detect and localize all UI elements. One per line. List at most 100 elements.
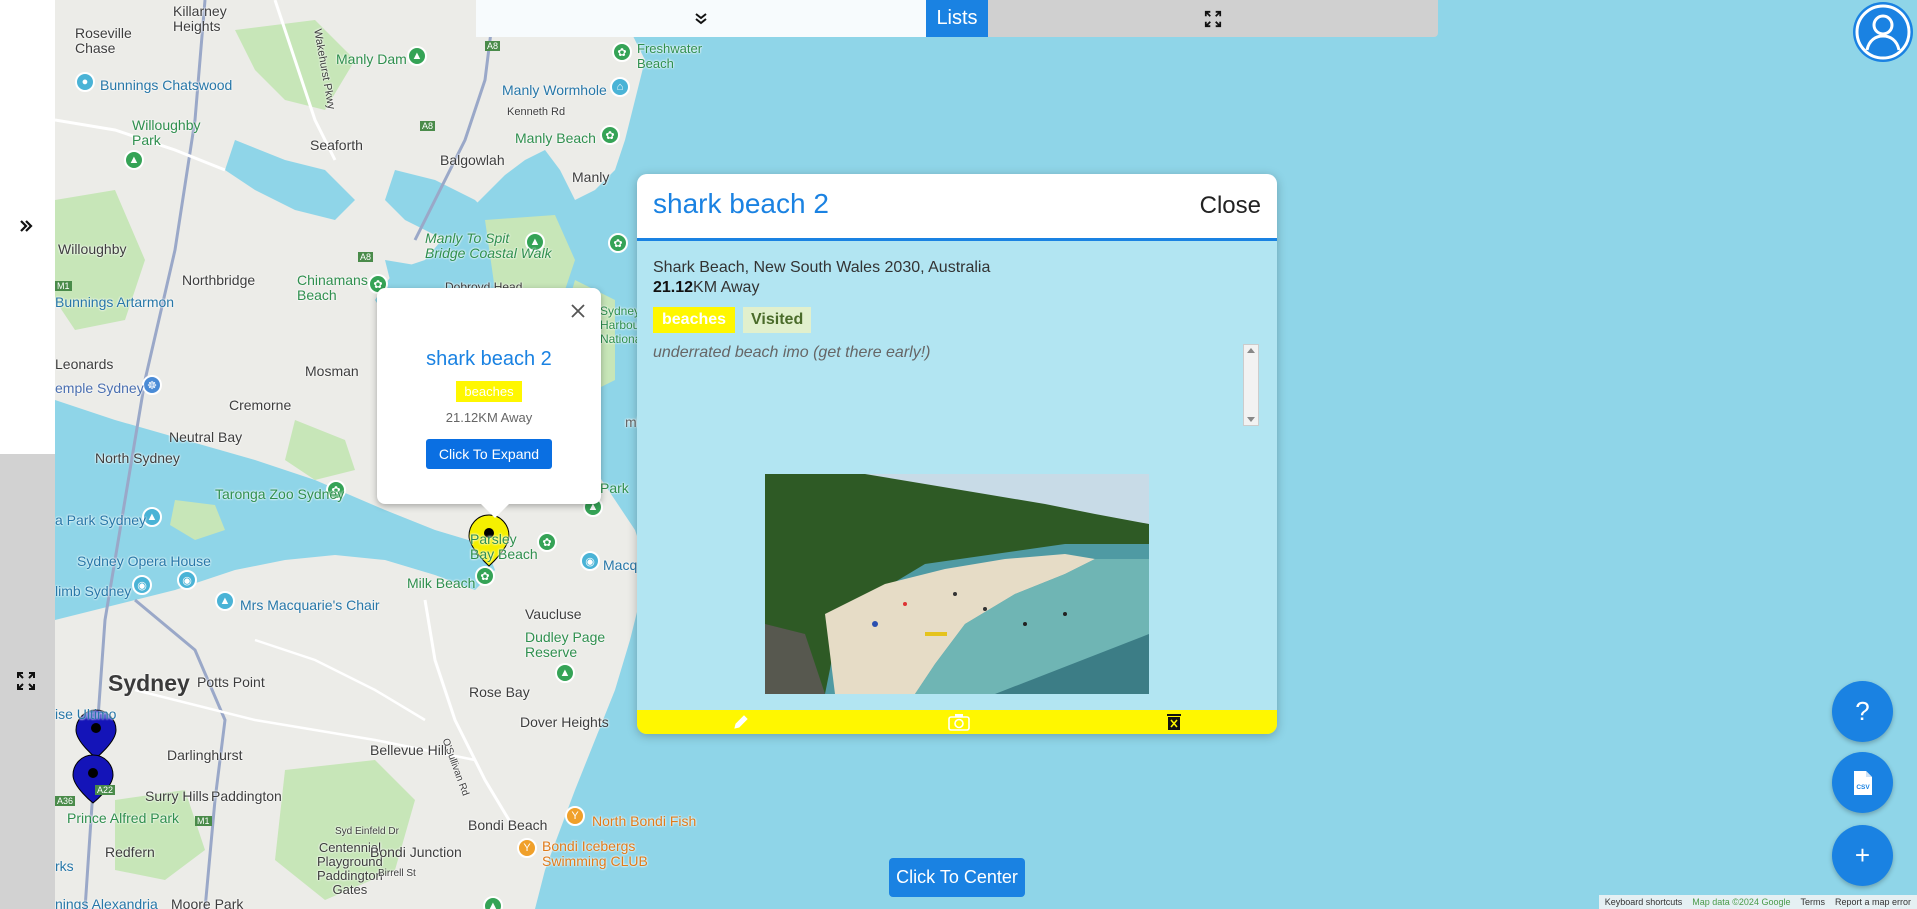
category-tag[interactable]: beaches — [653, 307, 736, 333]
park-icon: ▲ — [124, 150, 144, 170]
shop-icon: ● — [75, 72, 95, 92]
profile-button[interactable] — [1849, 0, 1917, 64]
place-label: Sydney — [108, 670, 190, 696]
park-icon: ▲ — [555, 663, 575, 683]
place-label: a Park Sydney — [55, 512, 147, 528]
road-shield: A8 — [420, 121, 436, 131]
panel-header: shark beach 2 Close — [637, 174, 1277, 241]
place-label: Manly — [572, 169, 610, 185]
beach-icon: ✿ — [537, 532, 557, 552]
fullscreen-icon — [1204, 10, 1222, 27]
place-label: Manly Dam — [336, 51, 407, 67]
place-label: Manly To Spit Bridge Coastal Walk — [425, 230, 552, 261]
top-toolbar: Lists — [476, 0, 1438, 37]
terms-link[interactable]: Terms — [1800, 897, 1825, 907]
camera-icon: ◉ — [580, 551, 600, 571]
place-label: Dover Heights — [520, 714, 609, 730]
place-label: Bellevue Hill — [370, 742, 448, 758]
place-label: Freshwater Beach — [637, 41, 703, 71]
place-label: Bunnings Artarmon — [55, 294, 175, 310]
park-icon: ▲ — [407, 46, 427, 66]
csv-file-icon: CSV — [1853, 770, 1872, 795]
visited-tag[interactable]: Visited — [743, 307, 812, 333]
place-label: ise Ultimo — [55, 706, 117, 722]
tag-list: beaches Visited — [653, 307, 812, 333]
place-label: Surry Hills — [145, 788, 209, 804]
notes-textarea[interactable]: underrated beach imo (get there early!) — [653, 344, 1258, 426]
place-label: Manly Beach — [515, 130, 596, 146]
place-label: Manly Wormhole — [502, 82, 607, 98]
road-shield: A36 — [55, 796, 76, 806]
road-shield: A8 — [485, 41, 501, 51]
add-location-button[interactable]: + — [1832, 825, 1893, 886]
location-detail-panel: shark beach 2 Close Shark Beach, New Sou… — [637, 174, 1277, 734]
notes-scrollbar[interactable] — [1243, 344, 1259, 426]
user-avatar-icon — [1853, 2, 1913, 62]
place-label: Potts Point — [197, 674, 265, 690]
edit-icon[interactable] — [732, 713, 750, 731]
popup-tag: beaches — [456, 381, 522, 402]
place-label: emple Sydney — [55, 380, 144, 396]
place-label: Milk Beach — [407, 575, 476, 591]
place-label: Willoughby — [58, 241, 127, 257]
place-label: Cremorne — [229, 397, 292, 413]
place-label: Bondi Beach — [468, 817, 548, 833]
left-sidebar — [0, 0, 55, 909]
place-label: Paddington — [211, 788, 282, 804]
export-csv-button[interactable]: CSV — [1832, 752, 1893, 813]
landmark-icon: ▲ — [215, 591, 235, 611]
landmark-icon: ⌂ — [610, 77, 630, 97]
close-icon[interactable] — [569, 302, 587, 320]
place-label: Darlinghurst — [167, 747, 243, 763]
road-shield: M1 — [55, 281, 72, 291]
popup-title: shark beach 2 — [426, 348, 552, 370]
place-label: Sydney Opera House — [77, 553, 211, 569]
place-label: Killarney Heights — [173, 3, 227, 34]
center-map-button[interactable]: Click To Center — [889, 858, 1025, 897]
address-text: Shark Beach, New South Wales 2030, Austr… — [653, 259, 991, 276]
panel-title: shark beach 2 — [653, 188, 829, 219]
place-label: Seaforth — [310, 137, 363, 153]
report-error-link[interactable]: Report a map error — [1835, 897, 1911, 907]
place-label: Mrs Macquarie's Chair — [240, 597, 380, 613]
map-data-text: Map data ©2024 Google — [1692, 897, 1791, 907]
place-label: Bondi Icebergs Swimming CLUB — [542, 838, 648, 869]
keyboard-shortcuts-link[interactable]: Keyboard shortcuts — [1605, 897, 1683, 907]
beach-icon: ✿ — [475, 566, 495, 586]
park-icon: ▲ — [483, 896, 503, 909]
sidebar-fullscreen-button[interactable] — [10, 665, 42, 697]
place-label: nings Alexandria — [55, 896, 158, 909]
place-label: Moore Park — [171, 896, 244, 909]
delete-icon[interactable] — [1165, 713, 1183, 731]
collapse-button[interactable] — [476, 0, 926, 37]
place-label: Willoughby Park — [132, 117, 201, 148]
camera-icon[interactable] — [948, 713, 970, 731]
road-shield: A22 — [95, 785, 116, 795]
distance-value: 21.12 — [653, 279, 694, 296]
place-label: Bondi Junction — [370, 844, 462, 860]
place-label: Balgowlah — [440, 152, 505, 168]
lists-tab[interactable]: Lists — [926, 0, 988, 37]
expand-button[interactable]: Click To Expand — [425, 439, 553, 469]
place-label: Macq — [603, 557, 638, 573]
popup-distance: 21.12KM Away — [445, 410, 533, 425]
place-label: Redfern — [105, 844, 155, 860]
close-button[interactable]: Close — [1200, 192, 1261, 220]
beach-icon: ✿ — [608, 233, 628, 253]
camera-icon: ◉ — [177, 570, 197, 590]
topbar-fullscreen-button[interactable] — [988, 0, 1438, 37]
camera-icon: ◉ — [132, 575, 152, 595]
temple-icon: ☸ — [142, 375, 162, 395]
beach-icon: ✿ — [612, 42, 632, 62]
map-info-popup: shark beach 2 beaches 21.12KM Away Click… — [377, 288, 601, 518]
panel-action-bar — [637, 710, 1277, 734]
help-button[interactable]: ? — [1832, 681, 1893, 742]
place-label: Prince Alfred Park — [67, 810, 180, 826]
svg-text:CSV: CSV — [1856, 784, 1870, 791]
road-shield: A8 — [358, 252, 374, 262]
place-label: rks — [55, 858, 74, 874]
place-label: Neutral Bay — [169, 429, 243, 445]
expand-sidebar-button[interactable] — [10, 210, 42, 242]
beach-icon: ✿ — [600, 125, 620, 145]
location-photo — [765, 474, 1149, 694]
